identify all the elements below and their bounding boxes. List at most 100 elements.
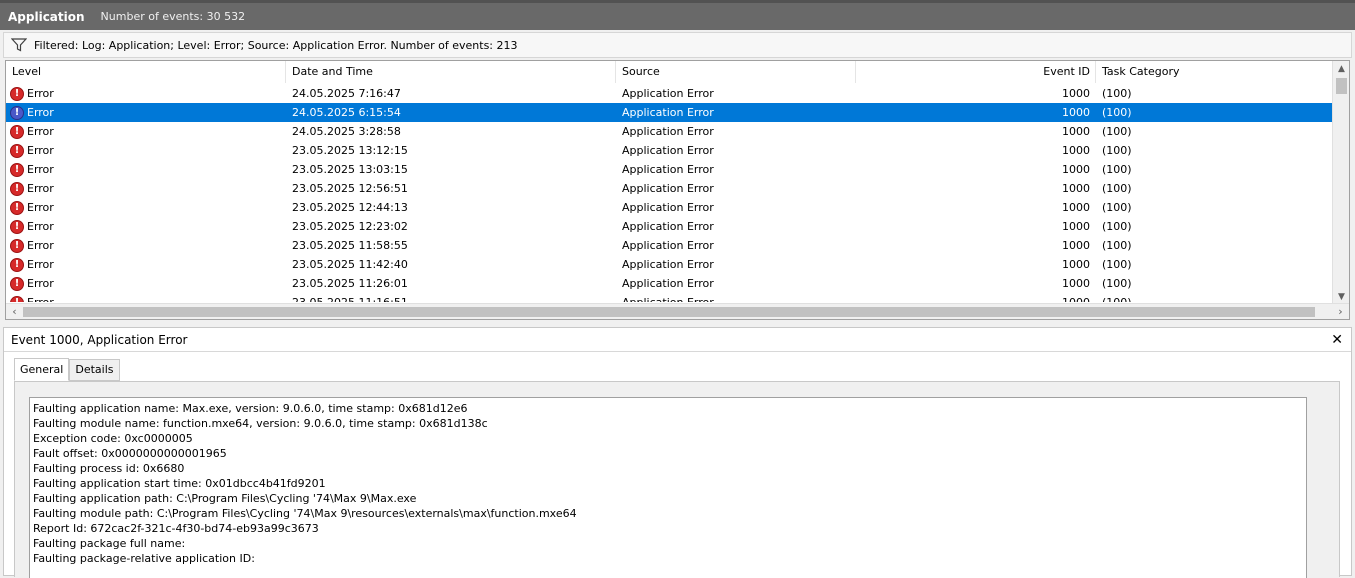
source-cell: Application Error <box>622 239 714 252</box>
column-header-source[interactable]: Source <box>616 61 856 83</box>
vertical-scrollbar[interactable]: ▲ ▼ <box>1332 61 1349 305</box>
table-row[interactable]: ! Error 23.05.2025 12:56:51 Application Err… <box>6 179 1334 198</box>
grid-rows: ! Error 24.05.2025 7:16:47 Application Erro… <box>6 84 1334 302</box>
level-cell: !Error <box>10 122 54 141</box>
description-line: Faulting application name: Max.exe, vers… <box>33 402 468 415</box>
table-row[interactable]: ! Error 23.05.2025 11:42:40 Application Err… <box>6 255 1334 274</box>
source-cell: Application Error <box>622 163 714 176</box>
column-header-event-id[interactable]: Event ID <box>856 61 1096 83</box>
error-icon: ! <box>10 200 24 215</box>
level-text: Error <box>27 277 54 290</box>
scroll-thumb[interactable] <box>1336 78 1347 94</box>
level-cell: !Error <box>10 160 54 179</box>
date-cell: 23.05.2025 12:44:13 <box>292 201 408 214</box>
log-name: Application <box>8 9 85 24</box>
level-text: Error <box>27 258 54 271</box>
date-cell: 23.05.2025 11:42:40 <box>292 258 408 271</box>
tab-general[interactable]: General <box>14 358 70 381</box>
error-icon: ! <box>10 181 24 196</box>
date-cell: 24.05.2025 7:16:47 <box>292 87 401 100</box>
source-cell: Application Error <box>622 125 714 138</box>
table-row[interactable]: ! Error 23.05.2025 13:03:15 Application Err… <box>6 160 1334 179</box>
scroll-thumb-horizontal[interactable] <box>23 307 1315 317</box>
table-row[interactable]: ! Error 23.05.2025 13:12:15 Application Err… <box>6 141 1334 160</box>
column-header-date[interactable]: Date and Time <box>286 61 616 83</box>
date-cell: 23.05.2025 11:16:51 <box>292 293 408 302</box>
error-icon: ! <box>10 105 24 120</box>
event-id-cell: 1000 <box>1062 144 1090 157</box>
event-detail-pane: Event 1000, Application Error ✕ General … <box>3 327 1352 578</box>
level-cell: !Error <box>10 198 54 217</box>
task-category-cell: (100) <box>1102 293 1132 302</box>
source-cell: Application Error <box>622 277 714 290</box>
table-row[interactable]: ! Error 24.05.2025 6:15:54 Application Erro… <box>6 103 1334 122</box>
event-id-cell: 1000 <box>1062 182 1090 195</box>
scroll-left-icon[interactable]: ‹ <box>6 304 23 319</box>
table-row[interactable]: ! Error 23.05.2025 12:44:13 Application Err… <box>6 198 1334 217</box>
error-icon: ! <box>10 162 24 177</box>
table-row[interactable]: ! Error 23.05.2025 11:26:01 Application Err… <box>6 274 1334 293</box>
description-line: Faulting module name: function.mxe64, ve… <box>33 417 488 430</box>
event-id-cell: 1000 <box>1062 87 1090 100</box>
date-cell: 23.05.2025 11:58:55 <box>292 239 408 252</box>
scroll-up-icon[interactable]: ▲ <box>1333 61 1349 77</box>
filter-bar: Filtered: Log: Application; Level: Error… <box>3 32 1352 58</box>
level-text: Error <box>27 163 54 176</box>
task-category-cell: (100) <box>1102 182 1132 195</box>
detail-title: Event 1000, Application Error <box>11 333 188 347</box>
date-cell: 23.05.2025 13:03:15 <box>292 163 408 176</box>
task-category-cell: (100) <box>1102 201 1132 214</box>
task-category-cell: (100) <box>1102 258 1132 271</box>
table-row[interactable]: !Error 23.05.2025 11:16:51 Application Err… <box>6 293 1334 302</box>
scroll-right-icon[interactable]: › <box>1332 304 1349 319</box>
level-cell: !Error <box>10 293 54 302</box>
source-cell: Application Error <box>622 258 714 271</box>
description-line: Faulting process id: 0x6680 <box>33 462 185 475</box>
level-text: Error <box>27 239 54 252</box>
error-icon: ! <box>10 86 24 101</box>
error-icon: ! <box>10 276 24 291</box>
level-text: Error <box>27 201 54 214</box>
error-icon: ! <box>10 257 24 272</box>
title-bar: Application Number of events: 30 532 <box>0 0 1355 30</box>
level-text: Error <box>27 125 54 138</box>
close-icon[interactable]: ✕ <box>1331 328 1343 352</box>
tab-content: Faulting application name: Max.exe, vers… <box>14 381 1340 578</box>
table-row[interactable]: ! Error 24.05.2025 3:28:58 Application Erro… <box>6 122 1334 141</box>
description-line: Report Id: 672cac2f-321c-4f30-bd74-eb93a… <box>33 522 319 535</box>
level-text: Error <box>27 293 54 302</box>
event-description[interactable]: Faulting application name: Max.exe, vers… <box>29 397 1307 578</box>
level-text: Error <box>27 87 54 100</box>
filter-icon[interactable] <box>4 38 34 52</box>
error-icon: ! <box>10 219 24 234</box>
task-category-cell: (100) <box>1102 239 1132 252</box>
level-cell: !Error <box>10 236 54 255</box>
table-row[interactable]: ! Error 23.05.2025 12:23:02 Application Err… <box>6 217 1334 236</box>
level-text: Error <box>27 106 54 119</box>
task-category-cell: (100) <box>1102 144 1132 157</box>
level-cell: !Error <box>10 141 54 160</box>
source-cell: Application Error <box>622 182 714 195</box>
events-grid: Level Date and Time Source Event ID Task… <box>5 60 1350 320</box>
source-cell: Application Error <box>622 220 714 233</box>
source-cell: Application Error <box>622 144 714 157</box>
level-text: Error <box>27 144 54 157</box>
source-cell: Application Error <box>622 293 714 302</box>
description-line: Faulting application start time: 0x01dbc… <box>33 477 326 490</box>
source-cell: Application Error <box>622 87 714 100</box>
column-header-task-category[interactable]: Task Category <box>1096 61 1334 83</box>
error-icon: ! <box>10 143 24 158</box>
detail-tabs: General Details <box>14 358 120 381</box>
table-row[interactable]: ! Error 23.05.2025 11:58:55 Application Err… <box>6 236 1334 255</box>
tab-details[interactable]: Details <box>69 359 120 381</box>
column-header-level[interactable]: Level <box>6 61 286 83</box>
error-icon: ! <box>10 295 24 302</box>
event-count: Number of events: 30 532 <box>100 10 246 23</box>
horizontal-scrollbar[interactable]: ‹ › <box>6 303 1349 319</box>
description-line: Faulting package-relative application ID… <box>33 552 255 565</box>
detail-header: Event 1000, Application Error ✕ <box>4 328 1351 352</box>
table-row[interactable]: ! Error 24.05.2025 7:16:47 Application Erro… <box>6 84 1334 103</box>
event-id-cell: 1000 <box>1062 220 1090 233</box>
event-id-cell: 1000 <box>862 293 1090 302</box>
level-text: Error <box>27 182 54 195</box>
